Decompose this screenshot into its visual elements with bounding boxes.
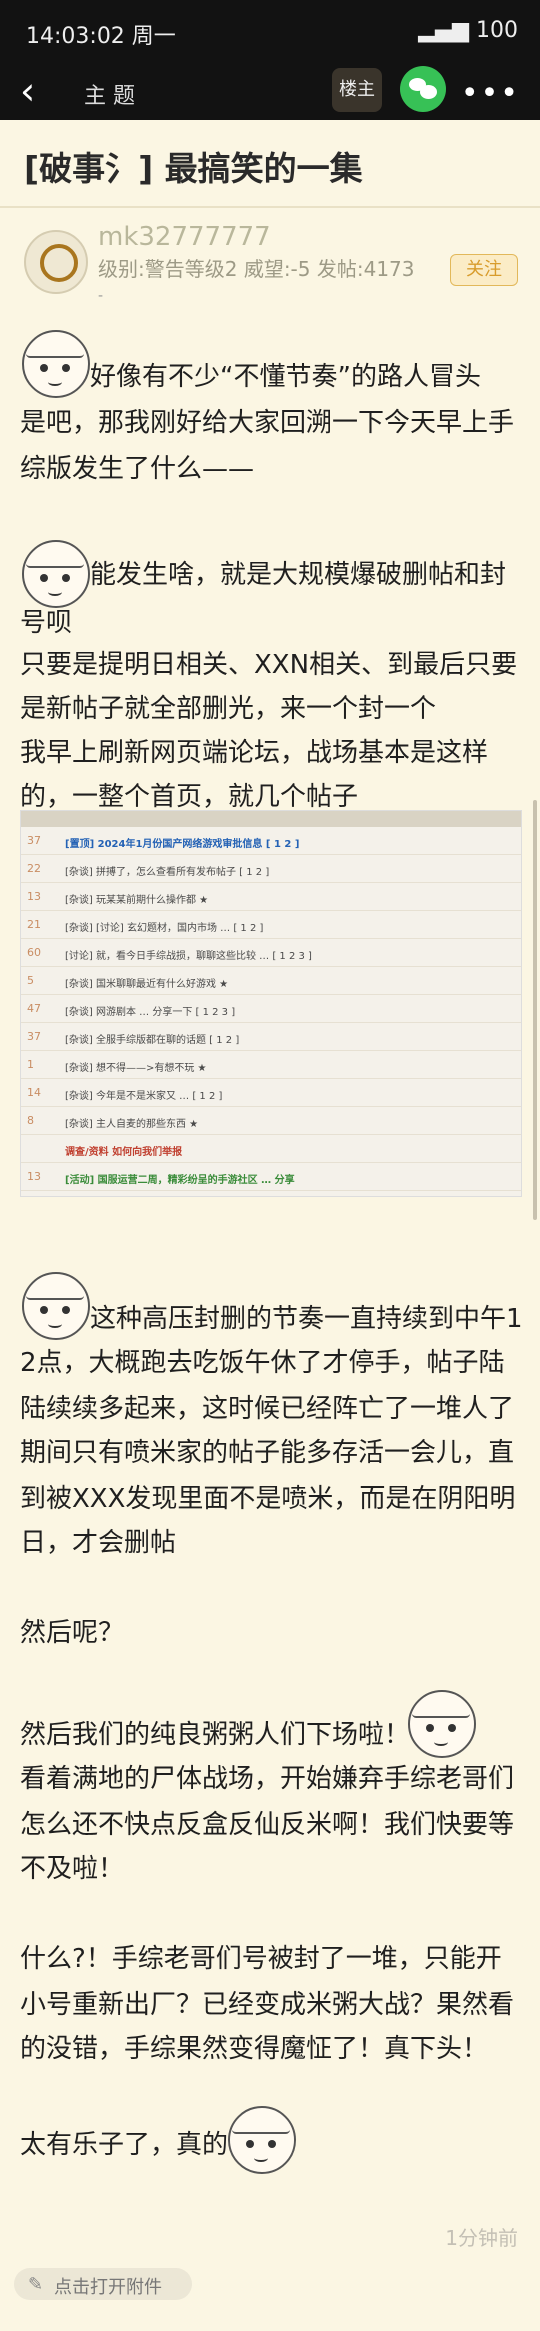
embedded-image-header — [21, 811, 521, 827]
embedded-row-count: 1 — [27, 1058, 34, 1071]
post-text-line: 然后我们的纯良粥粥人们下场啦！ — [20, 1720, 411, 1750]
embedded-row: 60 [讨论] 就，看今日手综战损，聊聊这些比较 … [ 1 2 3 ] — [21, 939, 521, 967]
post-text-line: 小号重新出厂？已经变成米粥大战？果然看 — [20, 1990, 515, 2020]
embedded-image[interactable]: 37 [置顶] 2024年1月份国产网络游戏审批信息 [ 1 2 ] 22 [杂谈] … — [20, 810, 522, 1197]
author-info: 级别:警告等级2 威望:-5 发帖:4173 — [98, 257, 415, 281]
embedded-row-count: 47 — [27, 1002, 41, 1015]
avatar[interactable] — [24, 230, 88, 294]
nav-bar: ‹ 主 题 楼主 ••• — [0, 62, 540, 120]
embedded-row: 13 [活动] 国服运营二周，精彩纷呈的手游社区 … 分享 — [21, 1163, 521, 1191]
post-text-line: 太有乐子了，真的 — [20, 2130, 229, 2160]
embedded-row-title: [杂谈] 全服手综版都在聊的话题 [ 1 2 ] — [65, 1035, 240, 1046]
embedded-row: 13 [杂谈] 玩某某前期什么操作都 ★ — [21, 883, 521, 911]
embedded-row: 5 [杂谈] 国米聊聊最近有什么好游戏 ★ — [21, 967, 521, 995]
emoji-face-icon — [22, 330, 90, 398]
open-attachment-button[interactable]: ✎ 点击打开附件 — [14, 2268, 192, 2300]
embedded-row: 14 [杂谈] 今年是不是米家又 … [ 1 2 ] — [21, 1079, 521, 1107]
embedded-row-count: 13 — [27, 1170, 41, 1183]
host-only-button[interactable]: 楼主 — [332, 68, 382, 112]
embedded-row-count: 60 — [27, 946, 41, 959]
embedded-row-count: 13 — [27, 890, 41, 903]
status-time: 14:03:02 周一 — [26, 24, 176, 49]
embedded-row-title: [杂谈] 玩某某前期什么操作都 ★ — [65, 895, 209, 906]
embedded-row-count: 14 — [27, 1086, 41, 1099]
follow-button[interactable]: 关注 — [450, 254, 518, 286]
wechat-share-icon[interactable] — [400, 66, 446, 112]
embedded-row: 8 [杂谈] 主人自麦的那些东西 ★ — [21, 1107, 521, 1135]
embedded-row-title: 调查/资料 如何向我们举报 — [65, 1147, 183, 1158]
post-text-line: 好像有不少“不懂节奏”的路人冒头 — [90, 362, 481, 392]
post-text-line: 是新帖子就全部删光，来一个封一个 — [20, 694, 437, 724]
embedded-row-title: [杂谈] 国米聊聊最近有什么好游戏 ★ — [65, 979, 229, 990]
post-text-line: 是吧，那我刚好给大家回溯一下今天早上手 — [20, 408, 515, 438]
embedded-row-title: [活动] 国服运营二周，精彩纷呈的手游社区 … 分享 — [65, 1175, 295, 1186]
scrollbar[interactable] — [533, 800, 537, 1220]
emoji-face-icon — [22, 1272, 90, 1340]
embedded-row-title: [杂谈] 主人自麦的那些东西 ★ — [65, 1119, 199, 1130]
post-text-line: 只要是提明日相关、XXN相关、到最后只要 — [20, 650, 518, 680]
post-text-line: 什么?！手综老哥们号被封了一堆，只能开 — [20, 1944, 502, 1974]
embedded-row: 调查/资料 如何向我们举报 — [21, 1135, 521, 1163]
post-text-line: 期间只有喷米家的帖子能多存活一会儿，直 — [20, 1438, 515, 1468]
nav-title: 主 题 — [84, 84, 135, 109]
embedded-row: 22 [杂谈] 拼搏了，怎么查看所有发布帖子 [ 1 2 ] — [21, 855, 521, 883]
emoji-face-icon — [228, 2106, 296, 2174]
signal-icon: ▂▄▆ — [418, 18, 469, 43]
back-arrow-icon[interactable]: ‹ — [20, 72, 50, 110]
more-dots-icon[interactable]: ••• — [461, 76, 520, 111]
post-text-line: 能发生啥，就是大规模爆破删帖和封 — [90, 560, 507, 590]
post-time: 1分钟前 — [445, 2226, 518, 2250]
embedded-row-title: [讨论] 就，看今日手综战损，聊聊这些比较 … [ 1 2 3 ] — [65, 951, 312, 962]
embedded-row-count: 22 — [27, 862, 41, 875]
attachment-label: 点击打开附件 — [54, 2277, 162, 2298]
post-text-line: 陆续续多起来，这时候已经阵亡了一堆人了 — [20, 1394, 515, 1424]
embedded-row: 1 [杂谈] 想不得——>有想不玩 ★ — [21, 1051, 521, 1079]
divider — [0, 206, 540, 208]
embedded-row: 37 [置顶] 2024年1月份国产网络游戏审批信息 [ 1 2 ] — [21, 827, 521, 855]
paperclip-icon: ✎ — [28, 2274, 44, 2295]
author-extra: - — [98, 288, 104, 304]
post-text-line: 2点，大概跑去吃饭午休了才停手，帖子陆 — [20, 1348, 505, 1378]
embedded-row: 37 [杂谈] 全服手综版都在聊的话题 [ 1 2 ] — [21, 1023, 521, 1051]
embedded-row-count: 5 — [27, 974, 34, 987]
embedded-row-title: [置顶] 2024年1月份国产网络游戏审批信息 [ 1 2 ] — [65, 839, 300, 850]
post-text-line: 日，才会删帖 — [20, 1528, 177, 1558]
post-text-line: 然后呢？ — [20, 1618, 125, 1648]
status-icons: ▂▄▆ 100 — [418, 18, 518, 43]
post-text-line: 的没错，手综果然变得魔怔了！真下头！ — [20, 2034, 489, 2064]
embedded-row-title: [杂谈] 拼搏了，怎么查看所有发布帖子 [ 1 2 ] — [65, 867, 270, 878]
embedded-row-count: 8 — [27, 1114, 34, 1127]
post-text-line: 号呗 — [20, 608, 73, 638]
embedded-row-count: 37 — [27, 1030, 41, 1043]
embedded-row: 21 [杂谈] [讨论] 玄幻题材，国内市场 … [ 1 2 ] — [21, 911, 521, 939]
embedded-row-title: [杂谈] 想不得——>有想不玩 ★ — [65, 1063, 207, 1074]
post-text-line: 我早上刷新网页端论坛，战场基本是这样 — [20, 738, 489, 768]
embedded-row-title: [杂谈] 今年是不是米家又 … [ 1 2 ] — [65, 1091, 223, 1102]
embedded-row-count: 21 — [27, 918, 41, 931]
battery-level: 100 — [476, 18, 518, 43]
embedded-row-title: [杂谈] [讨论] 玄幻题材，国内市场 … [ 1 2 ] — [65, 923, 264, 934]
embedded-row-count: 37 — [27, 834, 41, 847]
embedded-row: 47 [杂谈] 网游剧本 … 分享一下 [ 1 2 3 ] — [21, 995, 521, 1023]
post-text-line: 综版发生了什么—— — [20, 454, 255, 484]
author-name[interactable]: mk32777777 — [98, 222, 271, 252]
post-text-line: 到被XXX发现里面不是喷米，而是在阴阳明 — [20, 1484, 516, 1514]
post-text-line: 怎么还不快点反盒反仙反米啊！我们快要等 — [20, 1810, 515, 1840]
post-text-line: 这种高压封删的节奏一直持续到中午1 — [90, 1304, 523, 1334]
embedded-row-title: [杂谈] 网游剧本 … 分享一下 [ 1 2 3 ] — [65, 1007, 236, 1018]
embedded-row: 49[活动] NGAx《冒险岛》社区活动 — 分享你的冒险故事 — [21, 1191, 521, 1196]
embedded-rows: 37 [置顶] 2024年1月份国产网络游戏审批信息 [ 1 2 ] 22 [杂谈] … — [21, 827, 521, 1196]
emoji-face-icon — [22, 540, 90, 608]
status-bar: 14:03:02 周一 ▂▄▆ 100 — [0, 0, 540, 62]
post-text-line: 看着满地的尸体战场，开始嫌弃手综老哥们 — [20, 1764, 515, 1794]
post-text-line: 不及啦！ — [20, 1854, 125, 1884]
post-title: [破事氵] 最搞笑的一集 — [24, 149, 363, 188]
emoji-face-icon — [408, 1690, 476, 1758]
